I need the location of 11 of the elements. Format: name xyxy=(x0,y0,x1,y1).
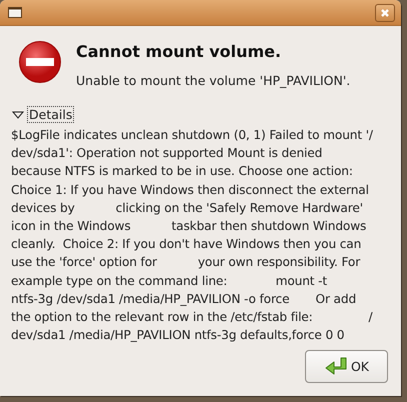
close-button[interactable] xyxy=(375,4,395,22)
dialog-message: Unable to mount the volume 'HP_PAVILION'. xyxy=(76,73,350,88)
details-expander[interactable]: Details xyxy=(27,106,74,123)
close-icon xyxy=(380,8,390,18)
error-icon xyxy=(18,40,62,84)
details-text: $LogFile indicates unclean shutdown (0, 1) Failed to mount '/ dev/sda1': Operation not supported Mount is denied because NTFS is marked to be in use. Choose one action: Choice 1: If you have Windows then disconnect the external devices by clicking on the 'Safely Remove Hardware' icon in the Windows taskbar then shutdown Windows cleanly. Choice 2: If you don't have Windows then you can use the 'force' option for your own responsibility. For example type on the command line: mount -t ntfs-3g /dev/sda1 /media/HP_PAVILION -o force Or add the option to the relevant row in the /etc/fstab file: / dev/sda1 /media/HP_PAVILION ntfs-3g defaults,force 0 0 xyxy=(11,127,374,344)
expanded-triangle-icon[interactable] xyxy=(12,110,24,120)
window-icon xyxy=(8,7,22,18)
return-arrow-icon xyxy=(324,356,348,378)
ok-button[interactable]: OK xyxy=(305,350,388,383)
dialog-title: Cannot mount volume. xyxy=(76,42,282,61)
